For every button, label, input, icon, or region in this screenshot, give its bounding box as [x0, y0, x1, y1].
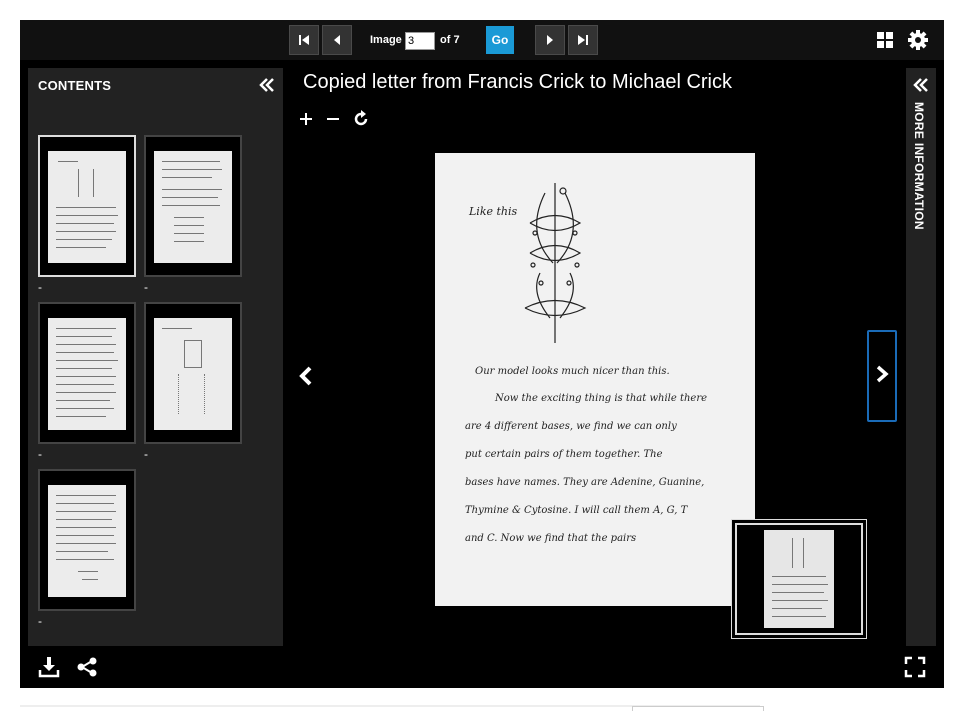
letter-page-image: Like this Our model looks much nicer tha…	[435, 153, 755, 606]
handwriting-text: Thymine & Cytosine. I will call them A, …	[465, 505, 688, 516]
zoom-out-icon[interactable]	[324, 110, 342, 128]
expand-information-icon[interactable]	[912, 76, 930, 99]
thumbnail-3[interactable]	[38, 302, 136, 444]
contents-title: CONTENTS	[38, 78, 112, 93]
thumbnail-4[interactable]	[144, 302, 242, 444]
image-label: Image	[370, 34, 402, 46]
previous-page-button[interactable]	[322, 25, 352, 55]
zoom-in-icon[interactable]	[297, 110, 315, 128]
handwriting-text: Like this	[469, 205, 518, 218]
contents-panel: CONTENTS - - - - -	[28, 68, 283, 646]
thumbnail-page	[48, 318, 126, 430]
next-page-icon	[543, 33, 557, 47]
go-button[interactable]: Go	[486, 26, 514, 54]
rotate-icon[interactable]	[352, 110, 370, 128]
page-title: Copied letter from Francis Crick to Mich…	[303, 71, 732, 93]
previous-image-icon[interactable]	[294, 364, 318, 388]
image-number-input[interactable]	[405, 32, 435, 50]
image-viewer: Image of 7 Go	[20, 20, 944, 688]
handwriting-text: put certain pairs of them together. The	[465, 449, 663, 460]
first-page-button[interactable]	[289, 25, 319, 55]
thumbnail-page	[154, 151, 232, 263]
handwriting-text: Our model looks much nicer than this.	[475, 366, 670, 377]
thumbnail-5[interactable]	[38, 469, 136, 611]
grid-view-icon[interactable]	[877, 32, 893, 53]
thumbnail-caption: -	[38, 280, 42, 294]
overview-page-thumbnail	[764, 530, 834, 628]
page-footer-box	[632, 706, 764, 711]
next-image-icon	[872, 364, 892, 389]
handwriting-text: and C. Now we find that the pairs	[465, 533, 637, 544]
thumbnail-caption: -	[38, 614, 42, 628]
image-count-label: of 7	[440, 34, 460, 46]
thumbnail-1[interactable]	[38, 135, 136, 277]
handwriting-text: Now the exciting thing is that while the…	[495, 393, 708, 404]
overview-navigator[interactable]	[731, 519, 867, 639]
last-page-button[interactable]	[568, 25, 598, 55]
thumbnail-caption: -	[38, 447, 42, 461]
first-page-icon	[297, 33, 311, 47]
thumbnail-caption: -	[144, 447, 148, 461]
more-information-panel[interactable]: MORE INFORMATION	[906, 68, 936, 646]
share-icon[interactable]	[76, 656, 98, 678]
thumbnail-page	[48, 151, 126, 263]
thumbnail-2[interactable]	[144, 135, 242, 277]
thumbnail-caption: -	[144, 280, 148, 294]
more-information-label[interactable]: MORE INFORMATION	[912, 102, 926, 230]
next-image-button[interactable]	[867, 330, 897, 422]
collapse-contents-icon[interactable]	[258, 76, 276, 94]
handwriting-text: bases have names. They are Adenine, Guan…	[465, 477, 705, 488]
download-icon[interactable]	[38, 656, 60, 678]
handwriting-text: are 4 different bases, we find we can on…	[465, 421, 677, 432]
previous-page-icon	[330, 33, 344, 47]
thumbnail-page	[154, 318, 232, 430]
settings-icon[interactable]	[908, 30, 928, 55]
viewer-toolbar: Image of 7 Go	[20, 20, 944, 60]
fullscreen-icon[interactable]	[904, 656, 926, 678]
next-page-button[interactable]	[535, 25, 565, 55]
thumbnail-page	[48, 485, 126, 597]
last-page-icon	[576, 33, 590, 47]
